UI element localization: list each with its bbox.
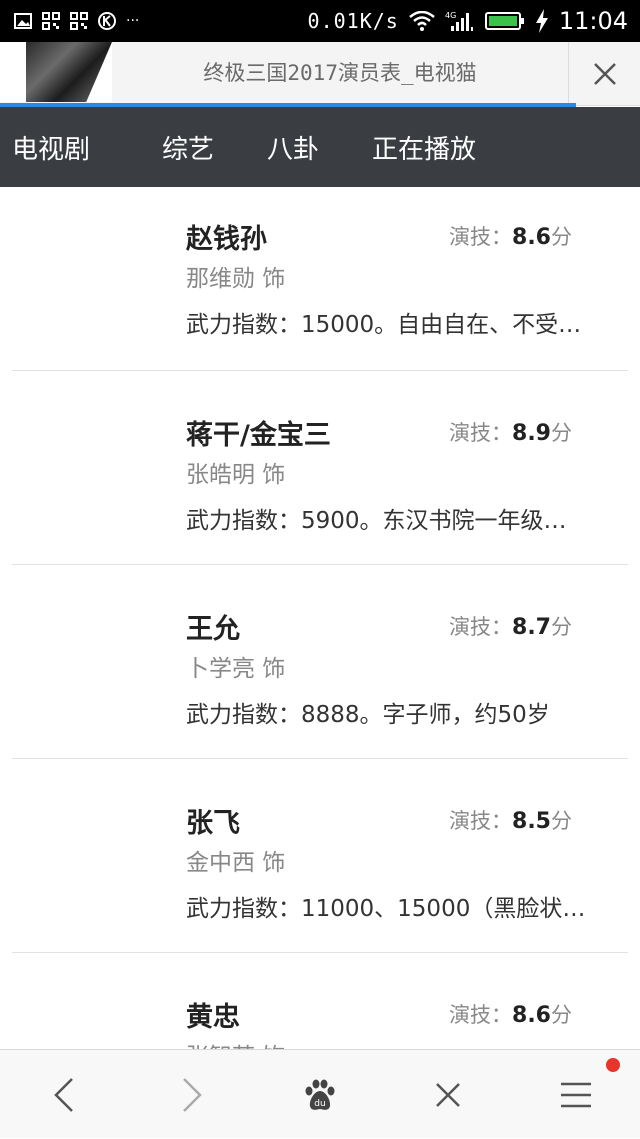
baidu-paw-icon: du (305, 1079, 335, 1110)
score-unit: 分 (551, 225, 572, 249)
signal-4g-icon: 4G (445, 11, 473, 31)
back-button[interactable] (0, 1050, 128, 1139)
character-name: 王允 (186, 614, 240, 645)
actor-photo (32, 391, 162, 541)
character-name: 蒋干/金宝三 (186, 420, 331, 451)
menu-button[interactable] (512, 1050, 640, 1139)
score-unit: 分 (551, 1003, 572, 1027)
score-unit: 分 (551, 809, 572, 833)
page-title[interactable]: 终极三国2017演员表_电视猫 (112, 42, 568, 102)
character-name: 赵钱孙 (186, 224, 267, 255)
browser-toolbar: du (0, 1049, 640, 1138)
actor-photo (32, 779, 162, 929)
score-label: 演技： (449, 615, 513, 639)
status-bar: ··· 0.01K/s 4G 11:04 (0, 0, 640, 42)
grid-icon (70, 12, 88, 30)
score-label: 演技： (449, 225, 513, 249)
cast-card[interactable]: 黄忠 演技：8.6分 张智荟 饰 (12, 952, 628, 1049)
page-thumbnail[interactable] (0, 42, 112, 102)
score-value: 8.5 (512, 809, 551, 834)
actor-name: 金中西 饰 (186, 850, 286, 876)
acting-score: 演技：8.5分 (449, 805, 572, 835)
charging-icon (535, 9, 548, 33)
score-value: 8.7 (512, 615, 551, 640)
svg-text:du: du (314, 1099, 325, 1109)
character-description: 武力指数：8888。字子师，约50岁 (186, 702, 550, 728)
status-notifications: ··· (14, 0, 139, 42)
actor-name: 那维勋 饰 (186, 266, 286, 292)
score-label: 演技： (449, 421, 513, 445)
nav-item-variety[interactable]: 综艺 (162, 107, 214, 187)
clock: 11:04 (558, 7, 628, 35)
k-icon (98, 12, 116, 30)
score-label: 演技： (449, 809, 513, 833)
score-unit: 分 (551, 421, 572, 445)
more-icon: ··· (126, 13, 140, 29)
stop-button[interactable] (384, 1050, 512, 1139)
back-icon (54, 1077, 73, 1112)
score-value: 8.9 (512, 421, 551, 446)
character-description: 武力指数：5900。东汉书院一年级学生 (186, 508, 586, 534)
acting-score: 演技：8.6分 (449, 221, 572, 251)
thumbnail-image (26, 42, 112, 102)
actor-name: 张智荟 饰 (186, 1037, 285, 1049)
character-description: 武力指数：15000。自由自在、不受约束 (186, 312, 586, 338)
battery-icon (484, 12, 524, 30)
actor-name: 张皓明 饰 (186, 462, 286, 488)
actor-photo (32, 973, 162, 1049)
acting-score: 演技：8.7分 (449, 611, 572, 641)
wifi-icon (409, 11, 435, 31)
cast-card[interactable]: 张飞 演技：8.5分 金中西 饰 武力指数：11000、15000（黑脸状态） (12, 758, 628, 952)
image-icon (14, 13, 32, 29)
nav-item-gossip[interactable]: 八卦 (267, 107, 319, 187)
score-label: 演技： (449, 1003, 513, 1027)
nav-item-now-playing[interactable]: 正在播放 (372, 107, 476, 187)
character-name: 黄忠 (186, 1002, 240, 1033)
cast-card[interactable]: 赵钱孙 演技：8.6分 那维勋 饰 武力指数：15000。自由自在、不受约束 (12, 187, 628, 381)
nav-item-tv-series[interactable]: 电视剧 (12, 107, 90, 187)
actor-photo (32, 207, 162, 357)
notification-dot (606, 1058, 620, 1072)
cast-list: 赵钱孙 演技：8.6分 那维勋 饰 武力指数：15000。自由自在、不受约束 蒋… (0, 187, 640, 1049)
character-description: 武力指数：11000、15000（黑脸状态） (186, 896, 586, 922)
network-speed: 0.01K/s (307, 9, 399, 33)
cast-card[interactable]: 蒋干/金宝三 演技：8.9分 张皓明 饰 武力指数：5900。东汉书院一年级学生 (12, 370, 628, 564)
category-nav: 电视剧 综艺 八卦 正在播放 (0, 107, 640, 187)
actor-photo (32, 585, 162, 735)
actor-name: 卜学亮 饰 (186, 656, 286, 682)
score-value: 8.6 (512, 225, 551, 250)
grid-icon (42, 12, 60, 30)
close-icon (593, 63, 616, 85)
acting-score: 演技：8.9分 (449, 417, 572, 447)
title-bar: 终极三国2017演员表_电视猫 (0, 42, 640, 107)
close-icon (436, 1082, 460, 1107)
home-button[interactable]: du (256, 1050, 384, 1139)
character-name: 张飞 (186, 808, 240, 839)
forward-icon (183, 1077, 202, 1112)
forward-button[interactable] (128, 1050, 256, 1139)
menu-icon (561, 1082, 591, 1107)
score-value: 8.6 (512, 1003, 551, 1028)
status-system: 0.01K/s 4G 11:04 (308, 0, 628, 42)
close-page-button[interactable] (568, 42, 640, 106)
svg-text:4G: 4G (445, 11, 456, 20)
score-unit: 分 (551, 615, 572, 639)
acting-score: 演技：8.6分 (449, 999, 572, 1029)
cast-card[interactable]: 王允 演技：8.7分 卜学亮 饰 武力指数：8888。字子师，约50岁 (12, 564, 628, 758)
